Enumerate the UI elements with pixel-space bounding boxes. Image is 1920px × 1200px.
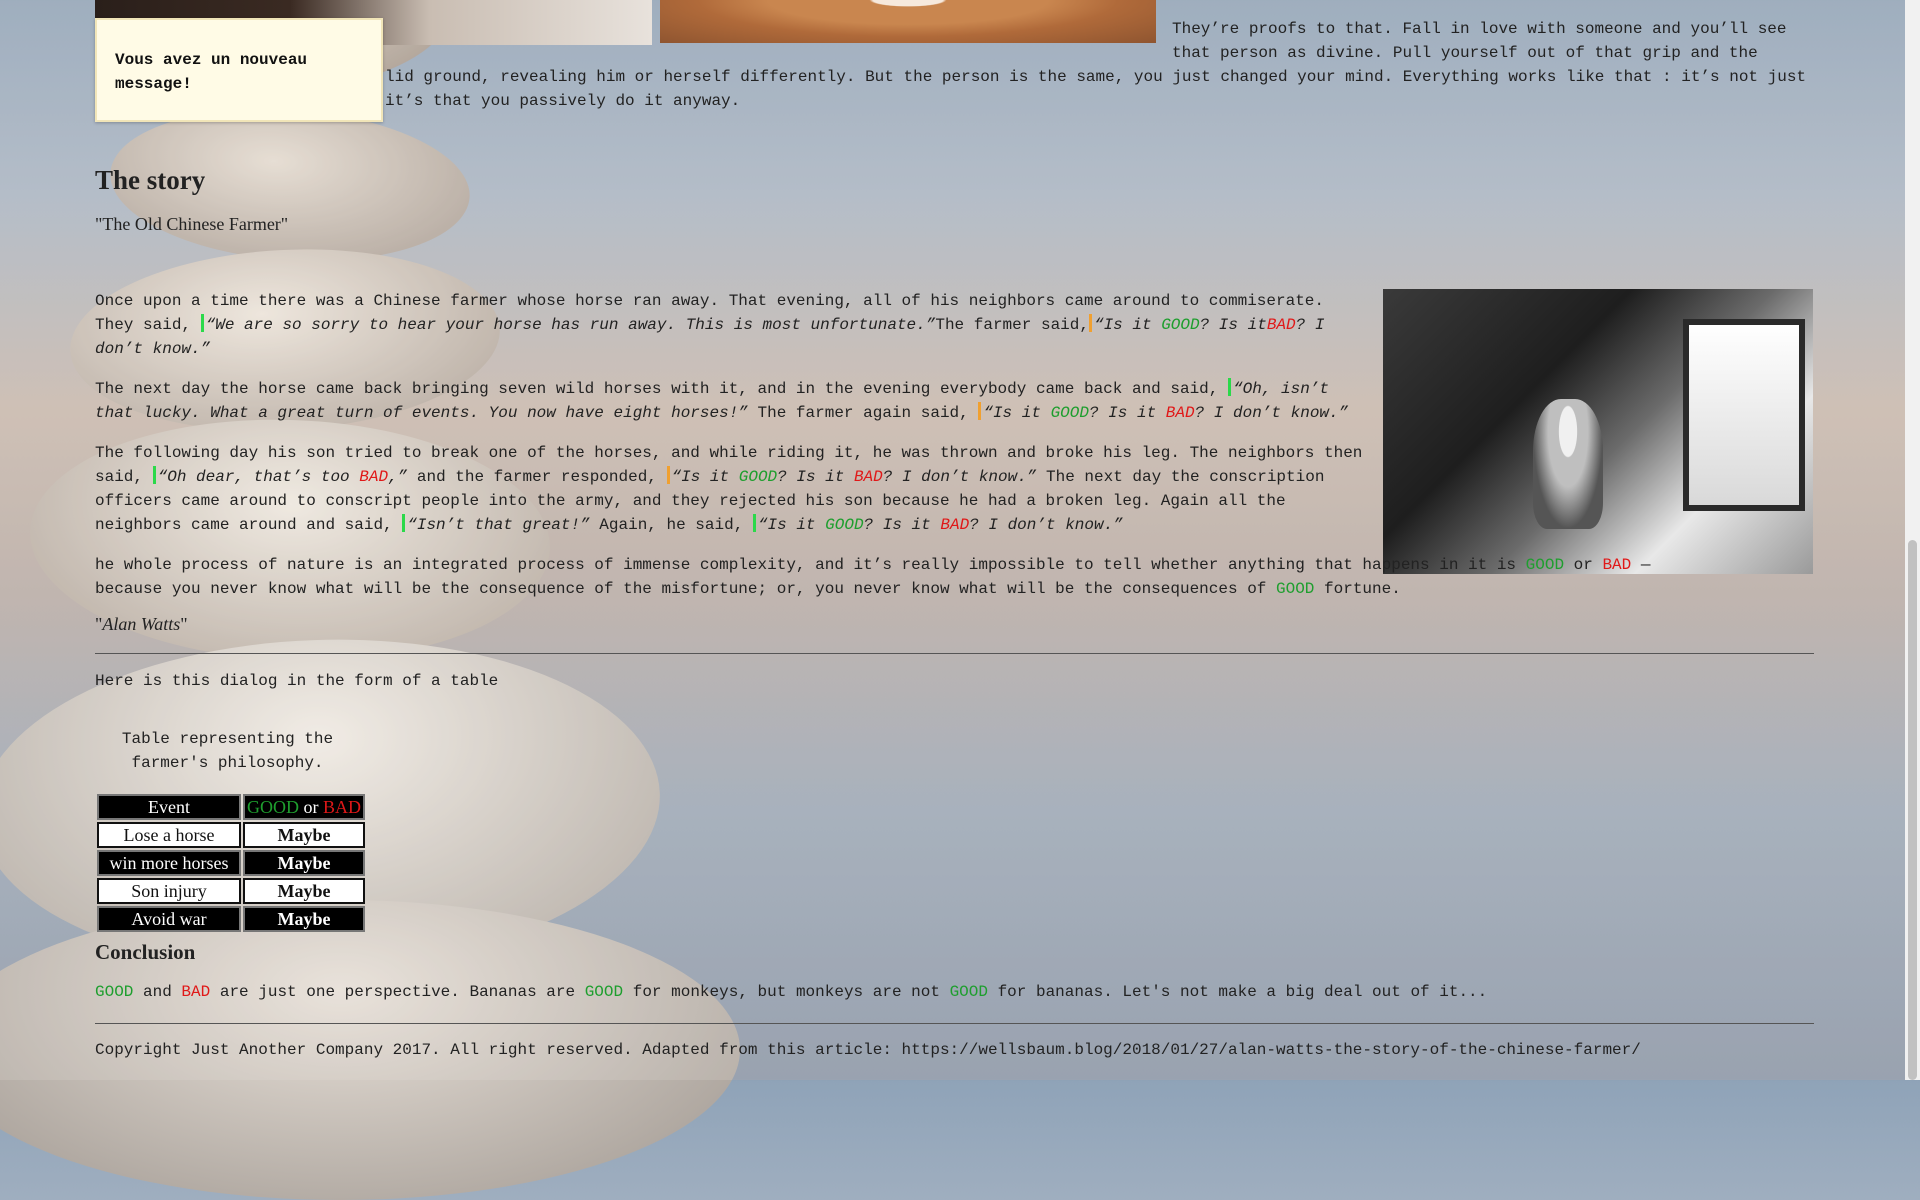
quote-bar	[978, 402, 982, 420]
verdict-cell: Maybe	[243, 906, 365, 932]
story-body: Once upon a time there was a Chinese far…	[95, 289, 1650, 617]
notification-toast[interactable]: Vous avez un nouveau message!	[95, 18, 383, 122]
verdict-cell: Maybe	[243, 850, 365, 876]
quote-bar	[666, 466, 670, 484]
quote-bar	[402, 514, 406, 532]
story-heading: The story	[95, 165, 206, 195]
quote-attribution: "Alan Watts"	[95, 614, 188, 634]
conclusion-heading: Conclusion	[95, 940, 196, 964]
scrollbar-thumb[interactable]	[1908, 540, 1917, 1080]
story-paragraph: Once upon a time there was a Chinese far…	[95, 292, 1325, 358]
quote-bar	[752, 514, 756, 532]
farmer-photo	[1383, 289, 1813, 574]
event-cell: Avoid war	[97, 906, 241, 932]
divider	[95, 1023, 1814, 1024]
notification-message: Vous avez un nouveau message!	[115, 51, 308, 93]
table-caption: Table representing the farmer's philosop…	[121, 730, 334, 772]
event-cell: Lose a horse	[97, 822, 241, 848]
quote-bar	[200, 314, 204, 332]
header-event: Event	[97, 794, 241, 820]
table-header-row: Event GOOD or BAD	[97, 794, 365, 820]
table-row: win more horses Maybe	[97, 850, 365, 876]
quote-bar	[1088, 314, 1092, 332]
verdict-cell: Maybe	[243, 822, 365, 848]
story-paragraph: The following day his son tried to break…	[95, 444, 1363, 534]
verdict-cell: Maybe	[243, 878, 365, 904]
table-row: Son injury Maybe	[97, 878, 365, 904]
header-good-or-bad: GOOD or BAD	[243, 794, 365, 820]
table-intro: Here is this dialog in the form of a tab…	[95, 672, 499, 690]
quote-bar	[1227, 378, 1231, 396]
story-paragraph: The next day the horse came back bringin…	[95, 378, 1349, 422]
conclusion-text: GOOD and BAD are just one perspective. B…	[95, 983, 1488, 1001]
story-paragraph: he whole process of nature is an integra…	[95, 556, 1651, 598]
photo-window	[1683, 319, 1805, 511]
copyright-footer: Copyright Just Another Company 2017. All…	[95, 1041, 1641, 1059]
divider	[95, 653, 1814, 654]
story-subtitle: "The Old Chinese Farmer"	[95, 214, 289, 234]
photo-farmer-figure	[1533, 399, 1603, 529]
quote-bar	[152, 466, 156, 484]
event-cell: Son injury	[97, 878, 241, 904]
philosophy-table: Event GOOD or BAD Lose a horse Maybe win…	[95, 792, 367, 934]
table-row: Lose a horse Maybe	[97, 822, 365, 848]
event-cell: win more horses	[97, 850, 241, 876]
table-row: Avoid war Maybe	[97, 906, 365, 932]
